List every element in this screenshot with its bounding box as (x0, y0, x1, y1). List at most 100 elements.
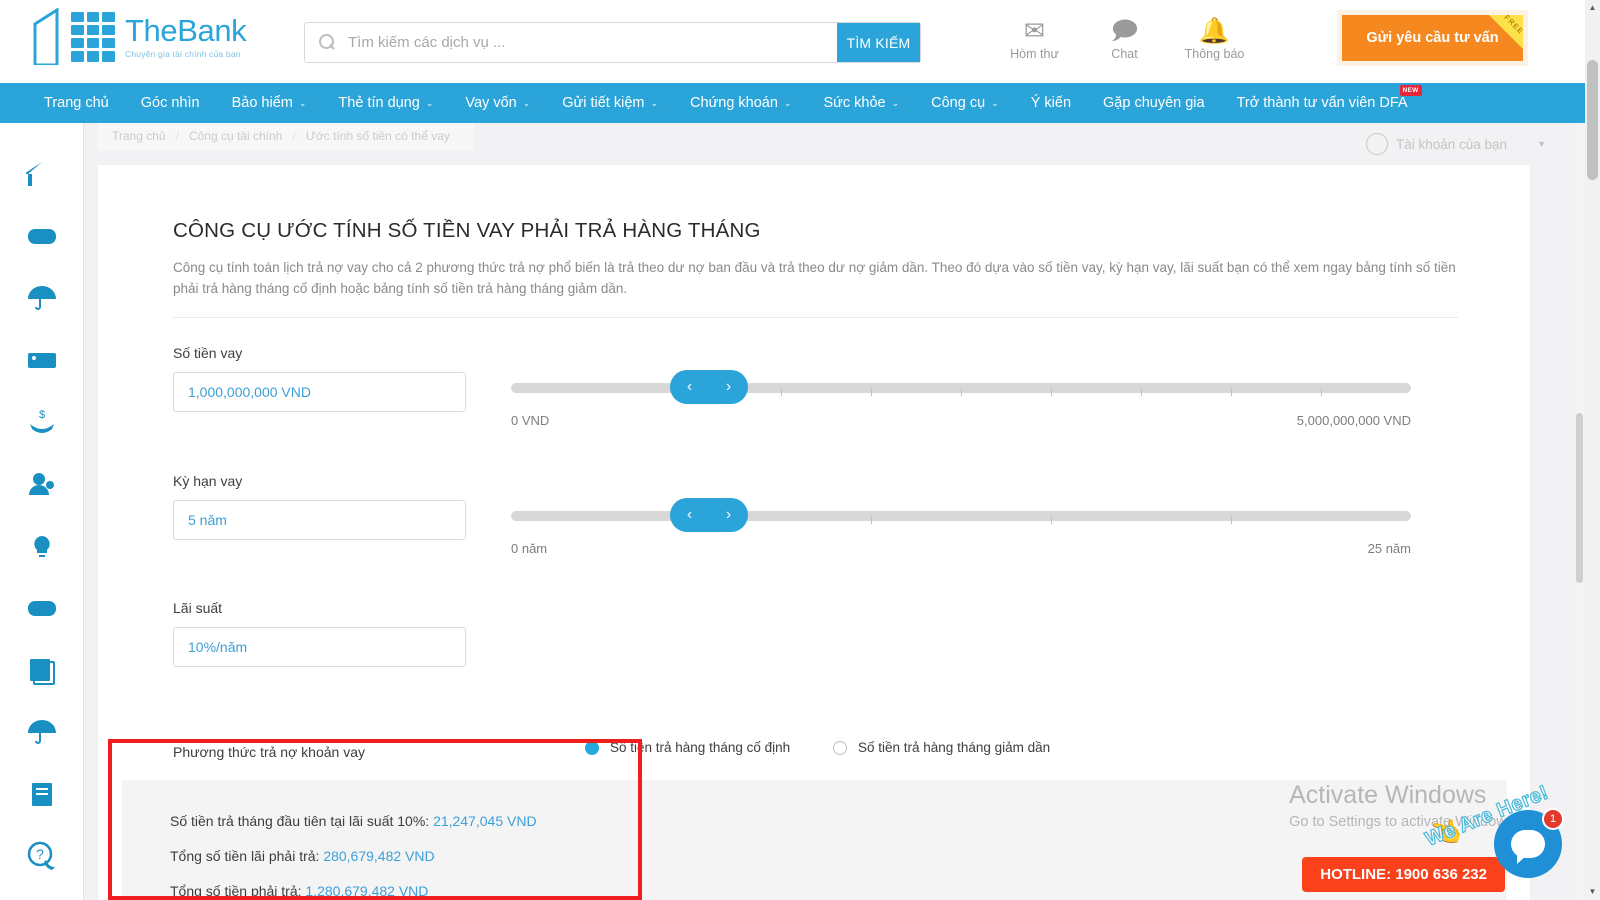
loan-term-max-label: 25 năm (1367, 541, 1411, 556)
result-total-interest-value: 280,679,482 VND (323, 848, 435, 864)
slider-next-icon[interactable]: › (726, 378, 731, 396)
nav-item-c-ng-c[interactable]: Công cụ ⌄ (931, 95, 999, 111)
user-support-icon (28, 473, 54, 495)
nav-item-s-c-kh-e[interactable]: Sức khỏe ⌄ (823, 95, 899, 111)
header-notification-label: Thông báo (1184, 47, 1245, 61)
header-chat-button[interactable]: 🗩 Chat (1093, 16, 1156, 61)
nav-item-ch-ng-kho-n[interactable]: Chứng khoán ⌄ (690, 95, 791, 111)
slider-ticks (511, 388, 1411, 398)
sidebar-item-money-hand[interactable]: $ (19, 399, 65, 445)
header-mail-button[interactable]: ✉ Hòm thư (1003, 16, 1066, 61)
card-swipe-icon (27, 353, 56, 368)
free-ribbon-label: FREE (1502, 15, 1523, 37)
divider (173, 317, 1458, 318)
hotline-button[interactable]: HOTLINE: 1900 636 232 (1302, 857, 1505, 892)
nav-item-label: Bảo hiểm (231, 95, 293, 111)
repayment-option-declining[interactable]: Số tiền trả hàng tháng giảm dần (833, 740, 1050, 755)
sidebar-item-ideas[interactable] (19, 523, 65, 569)
radio-unselected-icon[interactable] (833, 740, 847, 755)
logo-tagline: Chuyên gia tài chính của bạn (125, 48, 241, 59)
nav-list: Trang chủ Góc nhìn Bảo hiểm ⌄ Thẻ tín dụng ⌄ V… (0, 83, 1600, 123)
breadcrumb-item[interactable]: Công cụ tài chính (189, 129, 282, 143)
scroll-down-icon[interactable]: ▼ (1585, 884, 1600, 900)
search-box[interactable]: TÌM KIẾM (304, 22, 921, 63)
radio-selected-icon[interactable] (585, 740, 599, 755)
loan-amount-slider-handle[interactable]: ‹ › (670, 370, 748, 404)
result-total-payment-value: 1,280,679,482 VND (305, 883, 429, 899)
sidebar-item-credit-card[interactable] (19, 213, 65, 259)
loan-amount-max-label: 5,000,000,000 VND (1296, 413, 1411, 428)
page-scrollbar[interactable]: ▲ ▼ (1585, 0, 1600, 900)
cta-wrapper: Gửi yêu cầu tư vấn FREE (1337, 10, 1528, 66)
search-icon (319, 34, 336, 51)
header-icon-group: ✉ Hòm thư 🗩 Chat 🔔 Thông báo (1003, 16, 1246, 61)
result-first-month: Số tiền trả tháng đầu tiên tại lãi suất … (170, 813, 537, 829)
sidebar-item-home[interactable] (19, 151, 65, 197)
inner-scrollbar[interactable] (1575, 123, 1584, 900)
sidebar-item-insurance[interactable] (19, 275, 65, 321)
home-icon (25, 162, 56, 186)
chevron-down-icon: ▼ (1537, 139, 1546, 149)
document-icon (29, 659, 55, 685)
page-content: Trang chủ / Công cụ tài chính / Ước tính số … (84, 123, 1586, 900)
money-hand-icon: $ (29, 409, 54, 433)
nav-item-g-p-chuy-n-gia[interactable]: Gặp chuyên gia (1103, 95, 1205, 111)
sidebar-item-insurance-2[interactable] (19, 709, 65, 755)
nav-item-label: Gửi tiết kiệm (562, 95, 645, 111)
chevron-down-icon: ⌄ (425, 97, 434, 108)
search-input[interactable] (336, 23, 837, 62)
nav-item-g-i-ti-t-ki-m[interactable]: Gửi tiết kiệm ⌄ (562, 95, 658, 111)
site-logo[interactable]: TheBank Chuyên gia tài chính của bạn (33, 7, 247, 67)
header-mail-label: Hòm thư (1010, 47, 1059, 61)
nav-item-label: Gặp chuyên gia (1103, 95, 1205, 111)
nav-item-th-t-n-d-ng[interactable]: Thẻ tín dụng ⌄ (338, 95, 433, 111)
chevron-down-icon: ⌄ (783, 97, 792, 108)
nav-item-tr-th-nh-t-v-n-vi-n-dfa[interactable]: Trở thành tư vấn viên DFA NEW (1237, 85, 1422, 111)
breadcrumb[interactable]: Trang chủ / Công cụ tài chính / Ước tính số … (98, 123, 474, 151)
inner-scrollbar-thumb[interactable] (1576, 413, 1583, 583)
breadcrumb-separator: / (175, 129, 179, 143)
interest-rate-input[interactable] (173, 627, 466, 667)
header-notification-button[interactable]: 🔔 Thông báo (1183, 16, 1246, 61)
nav-item-ki-n[interactable]: Ý kiến (1031, 95, 1071, 111)
nav-item-g-c-nh-n[interactable]: Góc nhìn (141, 95, 200, 111)
loan-amount-slider[interactable]: ‹ › 0 VND 5,000,000,000 VND (511, 370, 1411, 428)
sidebar-item-document-2[interactable] (19, 771, 65, 817)
sidebar-item-card-2[interactable] (19, 585, 65, 631)
nav-item-label: Thẻ tín dụng (338, 95, 420, 111)
sidebar-item-support[interactable] (19, 461, 65, 507)
search-button[interactable]: TÌM KIẾM (837, 23, 920, 62)
result-first-month-label: Số tiền trả tháng đầu tiên tại lãi suất … (170, 813, 430, 829)
loan-amount-input[interactable] (173, 372, 466, 412)
account-menu[interactable]: Tài khoản của bạn ▼ (1365, 133, 1546, 155)
breadcrumb-item[interactable]: Trang chủ (112, 129, 166, 143)
scroll-up-icon[interactable]: ▲ (1585, 0, 1600, 16)
page-scrollbar-thumb[interactable] (1587, 60, 1598, 180)
send-consult-request-button[interactable]: Gửi yêu cầu tư vấn FREE (1342, 15, 1523, 61)
left-icon-rail: $ ? (0, 123, 84, 900)
breadcrumb-separator: / (292, 129, 296, 143)
chevron-down-icon: ⌄ (522, 97, 531, 108)
repayment-option-fixed[interactable]: Số tiền trả hàng tháng cố định (585, 740, 790, 755)
slider-prev-icon[interactable]: ‹ (687, 506, 692, 524)
sidebar-item-card-swipe[interactable] (19, 337, 65, 383)
sidebar-item-help[interactable]: ? (19, 833, 65, 879)
chat-bubble-icon (1511, 830, 1545, 864)
nav-item-trang-ch[interactable]: Trang chủ (44, 95, 109, 111)
slider-next-icon[interactable]: › (726, 506, 731, 524)
site-header: TheBank Chuyên gia tài chính của bạn TÌM… (0, 0, 1600, 83)
sidebar-item-document[interactable] (19, 647, 65, 693)
chevron-down-icon: ⌄ (298, 97, 307, 108)
nav-item-vay-v-n[interactable]: Vay vốn ⌄ (465, 95, 530, 111)
free-ribbon-icon: FREE (1488, 15, 1523, 50)
loan-term-label: Kỳ hạn vay (173, 473, 243, 489)
loan-term-input[interactable] (173, 500, 466, 540)
loan-term-slider-handle[interactable]: ‹ › (670, 498, 748, 532)
nav-item-label: Góc nhìn (140, 95, 200, 111)
result-total-interest-label: Tổng số tiền lãi phải trả: (170, 848, 320, 864)
slider-prev-icon[interactable]: ‹ (687, 378, 692, 396)
logo-building-icon (33, 7, 67, 67)
breadcrumb-item[interactable]: Ước tính số tiền có thể vay (306, 129, 450, 143)
nav-item-b-o-hi-m[interactable]: Bảo hiểm ⌄ (232, 95, 307, 111)
loan-term-slider[interactable]: ‹ › 0 năm 25 năm (511, 498, 1411, 556)
